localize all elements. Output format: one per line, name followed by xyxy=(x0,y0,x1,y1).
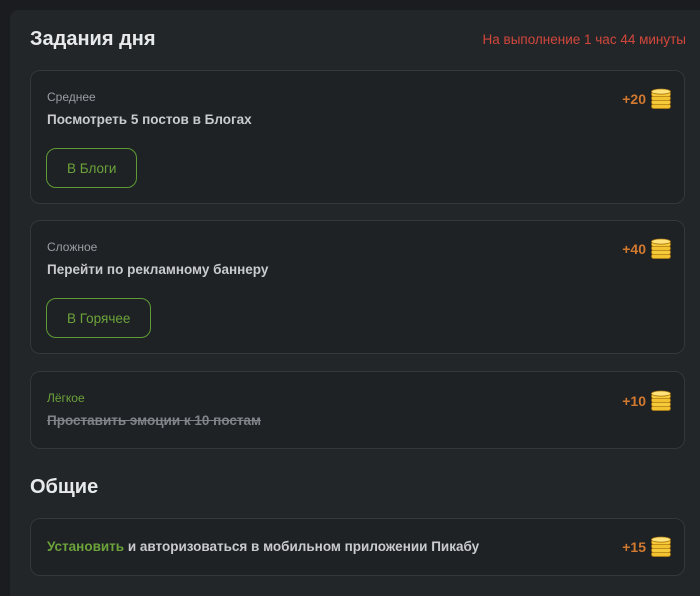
task-description: Посмотреть 5 постов в Блогах xyxy=(47,112,252,127)
task-description: Перейти по рекламному баннеру xyxy=(47,262,269,277)
task-reward: +15 xyxy=(622,536,672,558)
task-difficulty: Лёгкое xyxy=(47,391,85,405)
reward-value: +10 xyxy=(622,393,646,409)
task-description-rest: и авторизоваться в мобильном приложении … xyxy=(124,539,480,554)
daily-header: Задания дня На выполнение 1 час 44 минут… xyxy=(30,28,686,51)
reward-value: +20 xyxy=(622,91,646,107)
quests-panel: Задания дня На выполнение 1 час 44 минут… xyxy=(10,10,700,596)
task-card-blogs: Среднее Посмотреть 5 постов в Блогах +20… xyxy=(30,70,685,204)
task-description-completed: Проставить эмоции к 10 постам xyxy=(47,413,261,428)
coin-stack-icon xyxy=(650,88,672,110)
task-description: Установить и авторизоваться в мобильном … xyxy=(47,539,479,554)
task-card-emotions: Лёгкое Проставить эмоции к 10 постам +10 xyxy=(30,371,685,449)
task-reward: +10 xyxy=(622,390,672,412)
task-card-app: Установить и авторизоваться в мобильном … xyxy=(30,518,685,576)
coin-stack-icon xyxy=(650,390,672,412)
coin-stack-icon xyxy=(650,238,672,260)
to-blogs-button[interactable]: В Блоги xyxy=(46,148,138,188)
task-reward: +40 xyxy=(622,238,672,260)
daily-timer: На выполнение 1 час 44 минуты xyxy=(482,32,686,47)
task-card-banner: Сложное Перейти по рекламному баннеру +4… xyxy=(30,220,685,354)
reward-value: +15 xyxy=(622,539,646,555)
install-link[interactable]: Установить xyxy=(47,539,124,554)
daily-title: Задания дня xyxy=(30,28,156,50)
task-difficulty: Сложное xyxy=(47,240,98,254)
general-title: Общие xyxy=(30,476,99,498)
general-header: Общие xyxy=(30,476,686,499)
coin-stack-icon xyxy=(650,536,672,558)
task-difficulty: Среднее xyxy=(47,90,96,104)
task-reward: +20 xyxy=(622,88,672,110)
to-hot-button[interactable]: В Горячее xyxy=(46,298,152,338)
reward-value: +40 xyxy=(622,241,646,257)
